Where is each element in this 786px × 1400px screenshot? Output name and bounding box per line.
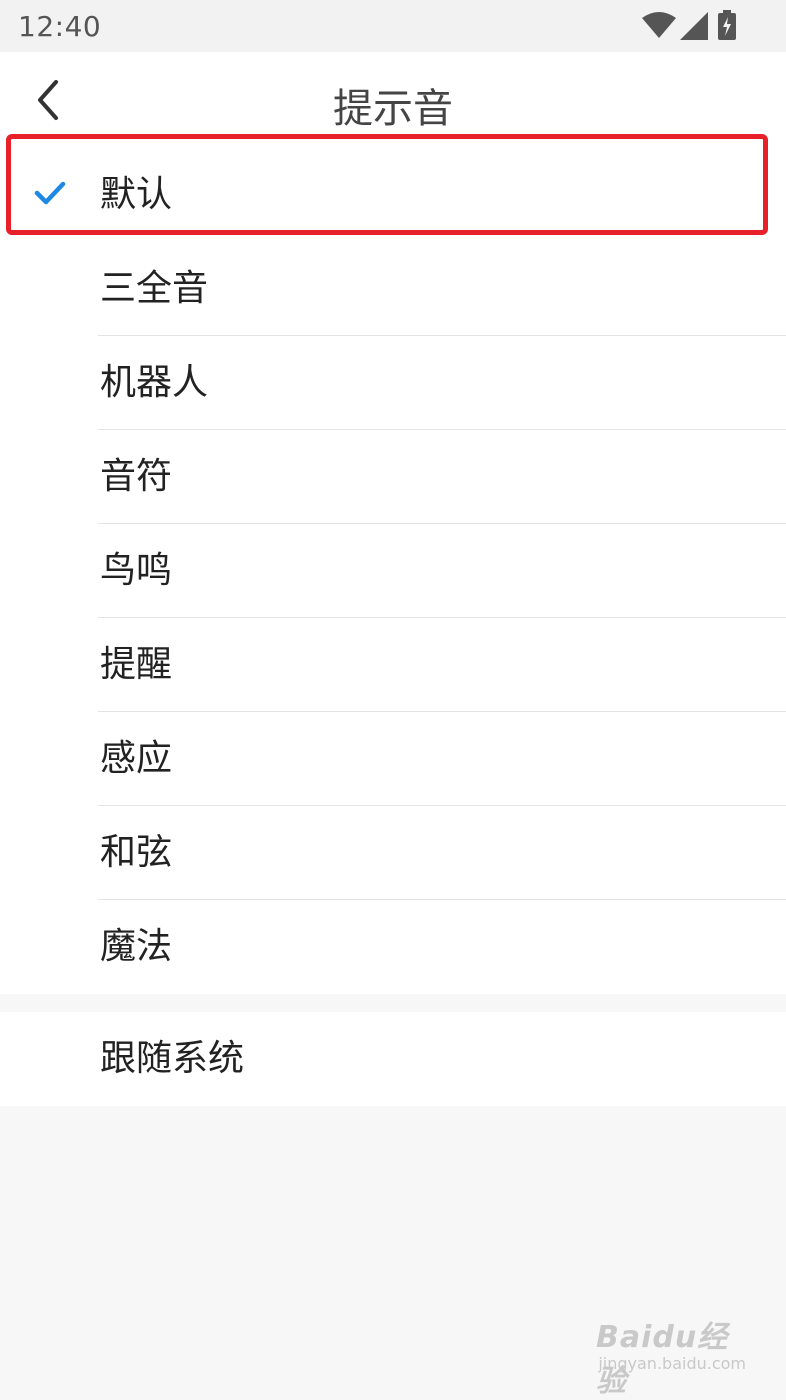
option-birdsong[interactable]: 鸟鸣 [0, 524, 786, 618]
option-note[interactable]: 音符 [0, 430, 786, 524]
option-default[interactable]: 默认 [0, 148, 786, 242]
cellular-signal-icon [680, 12, 708, 40]
watermark-logo: Baidu经验 jingyan.baidu.com [596, 1312, 746, 1399]
option-magic[interactable]: 魔法 [0, 900, 786, 994]
page-title: 提示音 [333, 86, 453, 132]
option-label: 提醒 [100, 644, 173, 685]
option-label: 机器人 [100, 362, 209, 403]
option-label: 魔法 [100, 926, 173, 967]
watermark-url: jingyan.baidu.com [598, 1354, 746, 1373]
option-label: 跟随系统 [100, 1038, 245, 1079]
option-robot[interactable]: 机器人 [0, 336, 786, 430]
option-label: 音符 [100, 456, 173, 497]
wifi-icon [642, 12, 676, 38]
option-label: 感应 [100, 738, 173, 779]
header-bar: 提示音 [0, 52, 786, 148]
option-sense[interactable]: 感应 [0, 712, 786, 806]
check-icon [34, 181, 66, 205]
battery-charging-icon [718, 10, 736, 40]
option-label: 鸟鸣 [100, 550, 173, 591]
option-reminder[interactable]: 提醒 [0, 618, 786, 712]
status-time: 12:40 [18, 10, 102, 43]
option-label: 和弦 [100, 832, 173, 873]
sound-options-list: 默认 三全音 机器人 音符 鸟鸣 提醒 感应 和弦 魔法 [0, 148, 786, 994]
option-label: 默认 [100, 174, 173, 215]
option-sanquanyin[interactable]: 三全音 [0, 242, 786, 336]
option-chord[interactable]: 和弦 [0, 806, 786, 900]
status-bar: 12:40 [0, 0, 786, 52]
option-label: 三全音 [100, 268, 209, 309]
option-follow-system[interactable]: 跟随系统 [0, 1012, 786, 1106]
